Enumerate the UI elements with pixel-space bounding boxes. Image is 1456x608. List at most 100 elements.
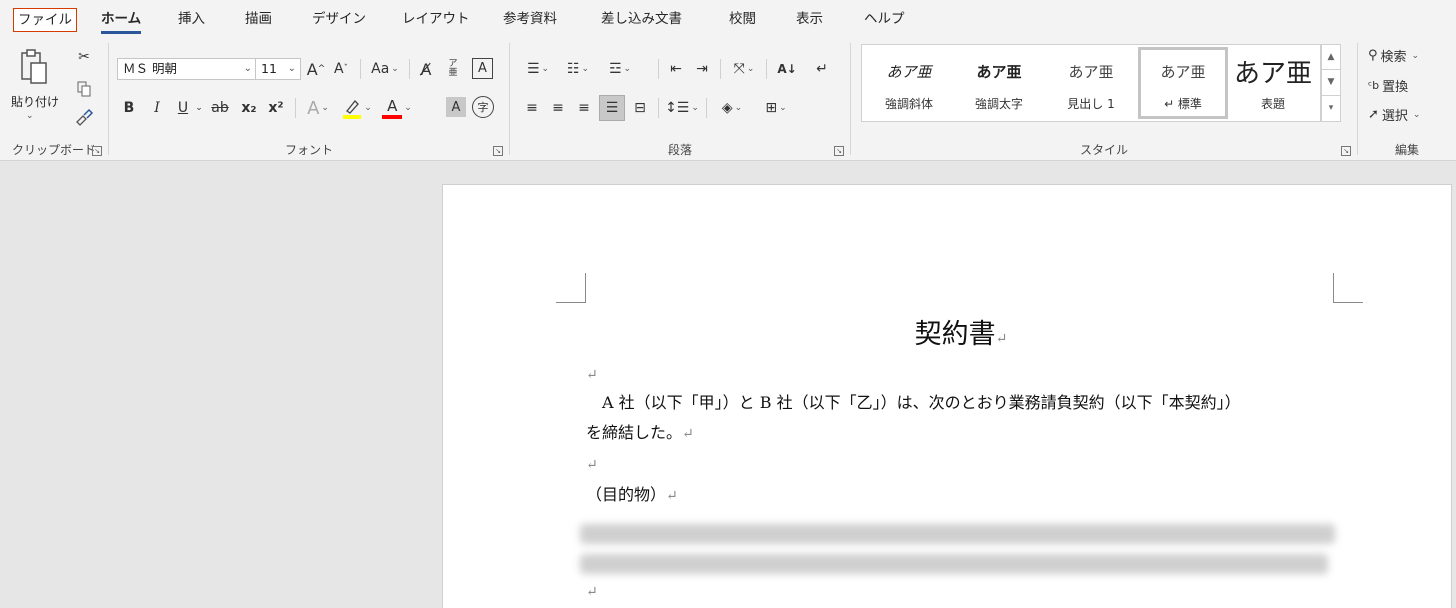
align-center-icon[interactable]: ≡: [546, 96, 570, 120]
tab-help[interactable]: ヘルプ: [864, 8, 905, 32]
shading-button[interactable]: ◈ ⌄: [712, 96, 752, 120]
tab-home[interactable]: ホーム: [101, 8, 142, 34]
tab-layout[interactable]: レイアウト: [402, 8, 470, 32]
increase-indent-icon[interactable]: ⇥: [690, 57, 714, 81]
document-title: 契約書↵: [586, 315, 1336, 359]
tab-draw[interactable]: 描画: [245, 8, 272, 32]
align-right-icon[interactable]: ≡: [572, 96, 596, 120]
distributed-icon[interactable]: ⊟: [628, 96, 652, 120]
ribbon-tabs: ファイル ホーム 挿入 描画 デザイン レイアウト 参考資料 差し込み文書 校閲…: [0, 0, 1456, 37]
italic-button[interactable]: I: [147, 96, 167, 120]
paragraph-mark: ↵: [586, 367, 598, 383]
divider: [360, 59, 361, 79]
style-emphasis-italic[interactable]: あア亜 強調斜体: [864, 47, 954, 119]
style-normal[interactable]: あア亜 ↵ 標準: [1138, 47, 1228, 119]
styles-launcher-icon[interactable]: ↘: [1341, 146, 1351, 156]
cut-icon[interactable]: ✂: [74, 47, 94, 67]
superscript-button[interactable]: x²: [265, 96, 287, 120]
underline-dropdown-icon[interactable]: ⌄: [193, 96, 205, 120]
select-button[interactable]: ➚ 選択 ⌄: [1368, 105, 1420, 124]
bold-button[interactable]: B: [119, 96, 139, 120]
style-preview: あア亜: [1233, 59, 1312, 89]
document-body[interactable]: 契約書↵ ↵ A 社（以下「甲」）と B 社（以下「乙」）は、次のとおり業務請負…: [586, 315, 1336, 511]
paste-button[interactable]: 貼り付け: [11, 93, 59, 110]
tab-design[interactable]: デザイン: [312, 8, 366, 32]
style-emphasis-bold[interactable]: あア亜 強調太字: [954, 47, 1044, 119]
sort-icon[interactable]: A↓: [774, 57, 800, 81]
divider: [658, 59, 659, 79]
gallery-down-icon[interactable]: ▼: [1322, 70, 1340, 96]
font-launcher-icon[interactable]: ↘: [493, 146, 503, 156]
style-preview: あア亜: [1068, 63, 1114, 81]
text-effects-icon: A: [307, 97, 320, 119]
grow-font-button[interactable]: A ^: [305, 57, 327, 81]
find-button[interactable]: ⚲ 検索 ⌄: [1368, 46, 1419, 65]
font-size-select[interactable]: 11 ⌄: [255, 58, 301, 80]
paragraph-mark: ↵: [586, 584, 598, 600]
numbering-button[interactable]: ☷ ⌄: [560, 57, 596, 81]
style-heading-1[interactable]: あア亜 見出し 1: [1046, 47, 1136, 119]
clipboard-group: 貼り付け ⌄ ✂ クリップボード ↘: [0, 37, 108, 161]
style-title[interactable]: あア亜 表題: [1228, 47, 1318, 119]
tab-mailings[interactable]: 差し込み文書: [601, 8, 682, 32]
clipboard-launcher-icon[interactable]: ↘: [92, 146, 102, 156]
strikethrough-button[interactable]: ab: [209, 96, 231, 120]
bullets-button[interactable]: ☰ ⌄: [520, 57, 556, 81]
divider: [766, 59, 767, 79]
replace-button[interactable]: ᶜb 置換: [1368, 76, 1408, 95]
show-marks-icon[interactable]: ↵: [810, 57, 834, 81]
blurred-text: [580, 524, 1335, 544]
tab-view[interactable]: 表示: [796, 8, 823, 32]
underline-button[interactable]: U: [173, 96, 193, 120]
align-left-icon[interactable]: ≡: [520, 96, 544, 120]
shrink-font-icon: A: [333, 61, 344, 77]
tab-file[interactable]: ファイル: [13, 8, 77, 32]
text-effects-button[interactable]: A ⌄: [301, 96, 335, 120]
copy-icon[interactable]: [74, 79, 94, 99]
format-painter-icon[interactable]: [72, 107, 96, 127]
subscript-button[interactable]: x₂: [238, 96, 260, 120]
tab-references[interactable]: 参考資料: [503, 8, 557, 32]
intro-paragraph: A 社（以下「甲」）と B 社（以下「乙」）は、次のとおり業務請負契約（以下「本…: [586, 388, 1336, 418]
character-border-icon[interactable]: A: [472, 58, 493, 79]
paragraph-mark: ↵: [995, 331, 1008, 347]
font-size-value: 11: [261, 61, 277, 76]
style-name: 見出し 1: [1067, 97, 1115, 111]
document-page[interactable]: 契約書↵ ↵ A 社（以下「甲」）と B 社（以下「乙」）は、次のとおり業務請負…: [442, 184, 1452, 608]
gallery-more-icon[interactable]: ▾: [1322, 96, 1340, 121]
borders-button[interactable]: ⊞ ⌄: [756, 96, 796, 120]
paragraph-mark: ↵: [682, 426, 694, 442]
enclose-characters-button[interactable]: 字: [472, 96, 494, 118]
phonetic-guide-icon[interactable]: ア亜: [442, 57, 464, 81]
tab-review[interactable]: 校閲: [729, 8, 756, 32]
cursor-icon: ➚: [1368, 107, 1379, 122]
bullets-icon: ☰: [526, 61, 540, 77]
decrease-indent-icon[interactable]: ⇤: [664, 57, 688, 81]
line-spacing-button[interactable]: ↕☰ ⌄: [664, 96, 700, 120]
divider: [658, 98, 659, 118]
multilevel-list-button[interactable]: ☲ ⌄: [600, 57, 640, 81]
paste-icon[interactable]: [16, 45, 52, 89]
divider: [706, 98, 707, 118]
highlighter-icon: [343, 100, 362, 119]
paragraph-mark: ↵: [586, 457, 598, 473]
tab-insert[interactable]: 挿入: [178, 8, 205, 32]
change-case-button[interactable]: Aa ⌄: [366, 57, 404, 81]
justify-icon[interactable]: ☰: [599, 95, 625, 121]
style-gallery: あア亜 強調斜体 あア亜 強調太字 あア亜 見出し 1 あア亜 ↵ 標準 あア亜…: [861, 44, 1321, 122]
font-group-label: フォント: [284, 143, 333, 157]
highlight-button[interactable]: ⌄: [339, 96, 375, 120]
paste-dropdown-icon[interactable]: ⌄: [26, 111, 34, 121]
highlight-color-swatch: [343, 115, 362, 119]
font-name-select[interactable]: ＭＳ 明朝 ⌄: [117, 58, 257, 80]
gallery-up-icon[interactable]: ▲: [1322, 45, 1340, 71]
margin-corner-right: [1333, 273, 1363, 303]
clear-formatting-icon[interactable]: A̸: [415, 57, 437, 81]
asian-layout-button[interactable]: ⤧ ⌄: [726, 57, 762, 81]
shrink-font-button[interactable]: Aˇ: [330, 57, 352, 81]
font-color-button[interactable]: A ⌄: [379, 96, 415, 120]
character-shading-button[interactable]: A: [446, 97, 466, 117]
font-color-swatch: [382, 115, 403, 119]
paragraph-launcher-icon[interactable]: ↘: [834, 146, 844, 156]
multilevel-list-icon: ☲: [608, 61, 622, 77]
